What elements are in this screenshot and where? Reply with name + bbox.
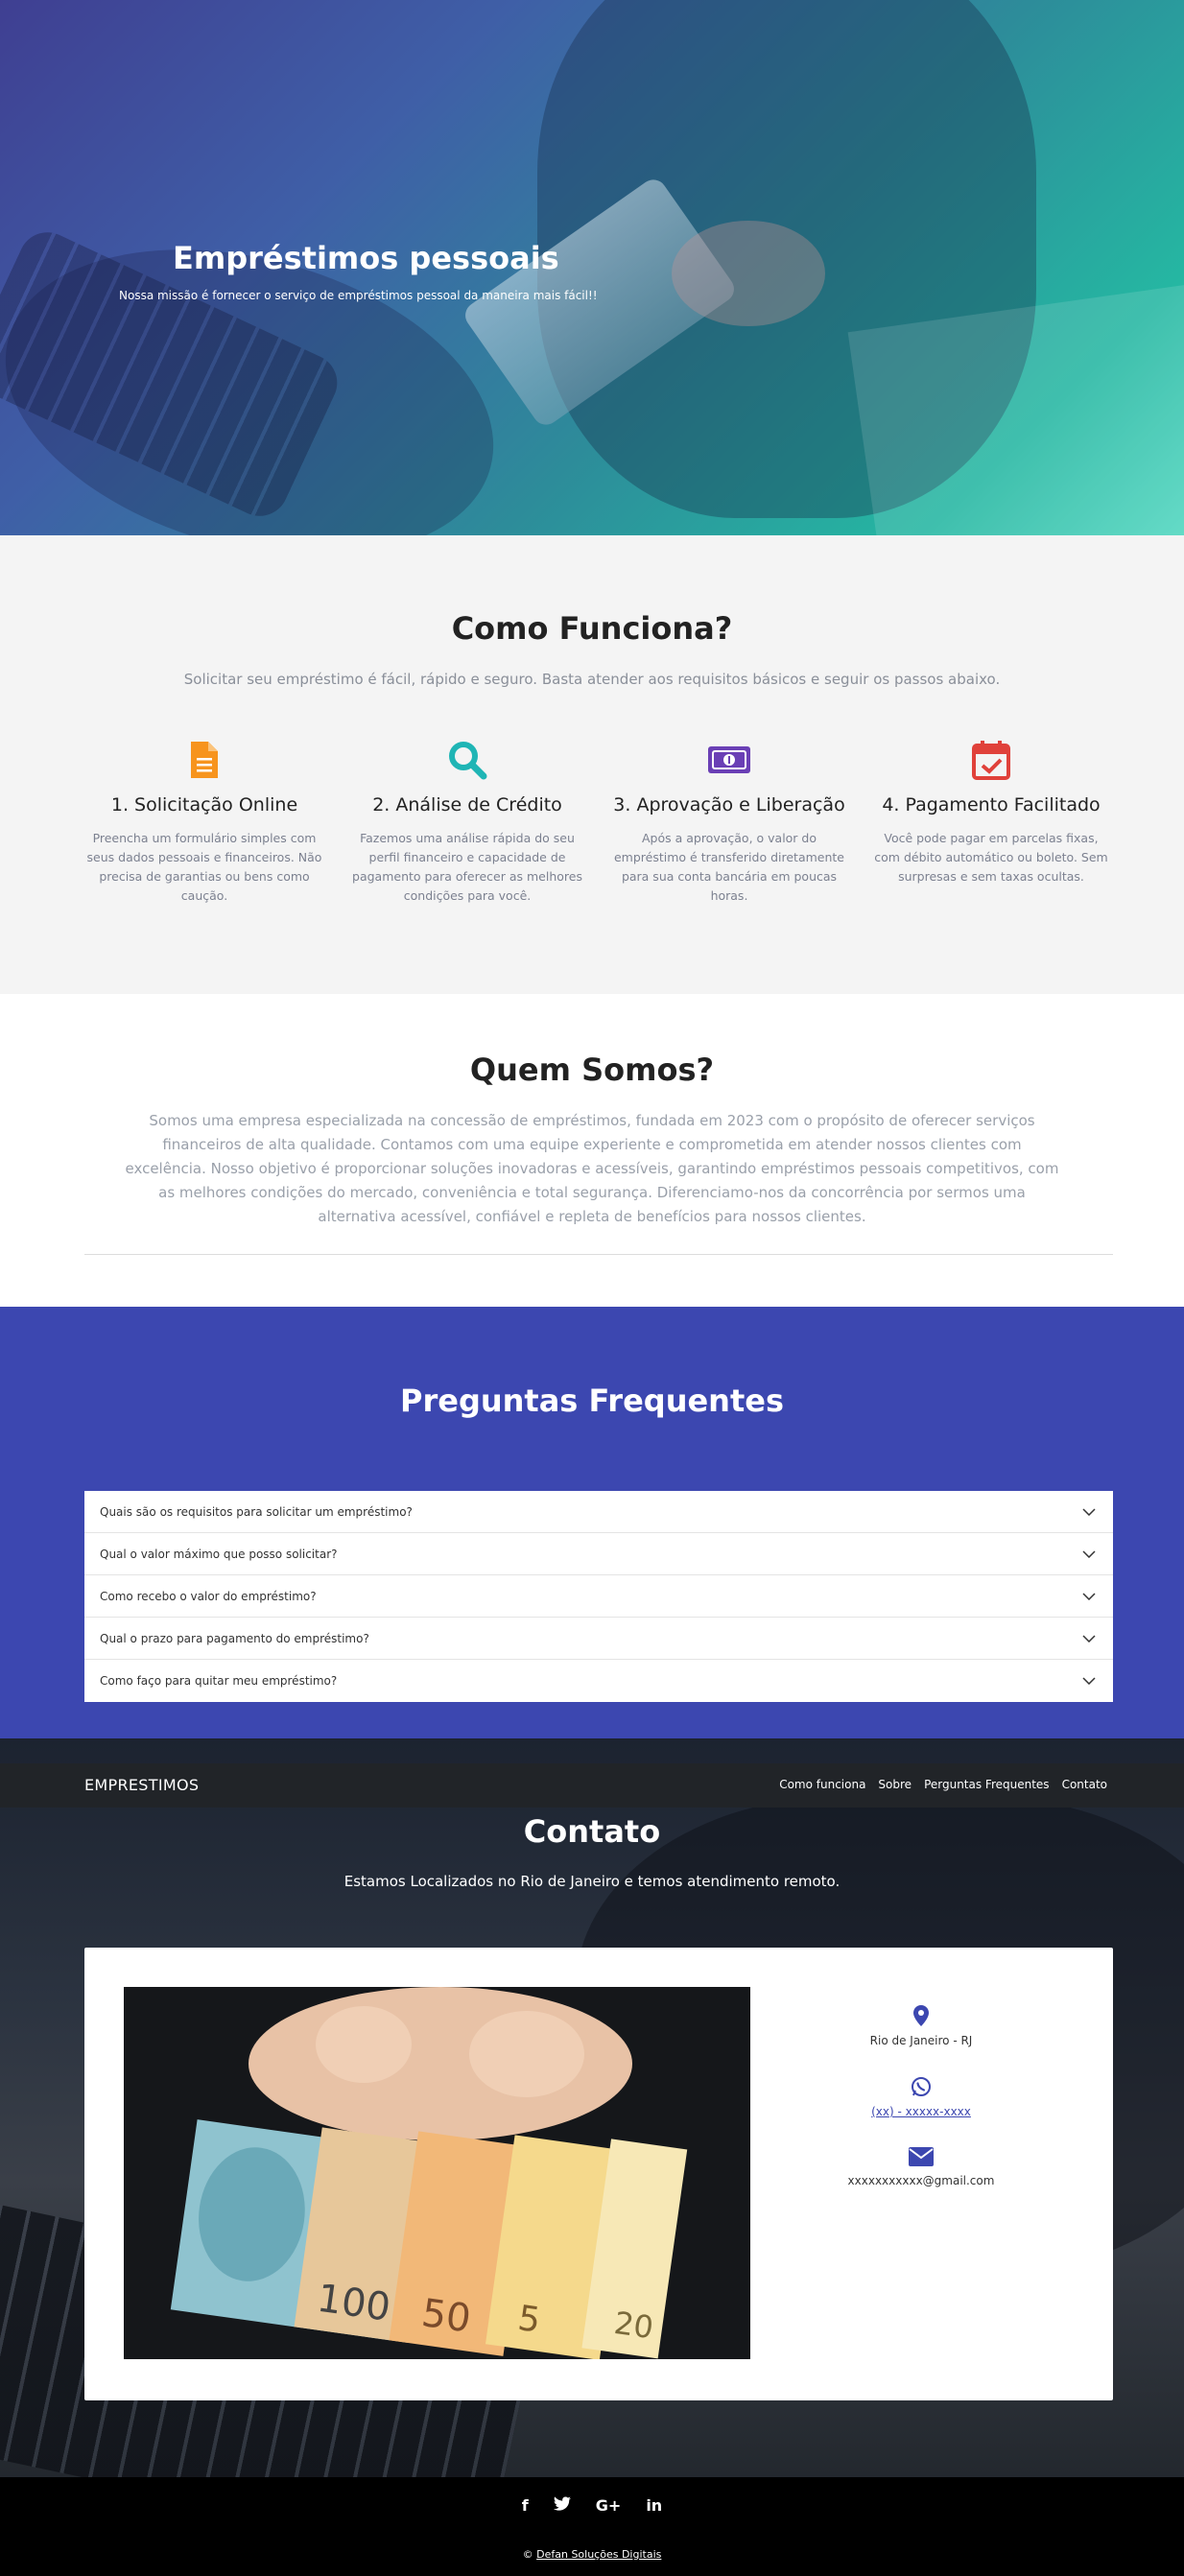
faq-item[interactable]: Qual o valor máximo que posso solicitar? [84, 1533, 1113, 1575]
twitter-icon[interactable] [553, 2496, 571, 2515]
about-title: Quem Somos? [469, 1052, 715, 1088]
nav-link-faq[interactable]: Perguntas Frequentes [924, 1778, 1050, 1791]
phone-link[interactable]: (xx) - xxxxx-xxxx [871, 2105, 971, 2118]
svg-text:50: 50 [419, 2291, 474, 2342]
linkedin-icon[interactable]: in [646, 2496, 662, 2515]
faq-question: Qual o valor máximo que posso solicitar? [100, 1547, 338, 1561]
money-bill-icon [604, 739, 854, 781]
contact-title: Contato [523, 1813, 661, 1850]
chevron-down-icon [1082, 1549, 1096, 1558]
faq-title: Preguntas Frequentes [400, 1383, 784, 1419]
nav-link-como-funciona[interactable]: Como funciona [779, 1778, 865, 1791]
social-links: f G+ in [0, 2496, 1184, 2515]
email-text: xxxxxxxxxxx@gmail.com [847, 2174, 995, 2187]
email-info: xxxxxxxxxxx@gmail.com [825, 2147, 1017, 2187]
faq-item[interactable]: Qual o prazo para pagamento do empréstim… [84, 1618, 1113, 1660]
faq-question: Qual o prazo para pagamento do empréstim… [100, 1631, 369, 1645]
step-card: 2. Análise de Crédito Fazemos uma anális… [343, 739, 592, 906]
faq-question: Como recebo o valor do empréstimo? [100, 1589, 317, 1603]
section-divider [84, 1254, 1113, 1255]
faq-item[interactable]: Como faço para quitar meu empréstimo? [84, 1660, 1113, 1702]
step-title: 1. Solicitação Online [110, 794, 298, 815]
document-icon [80, 739, 329, 781]
step-text: Após a aprovação, o valor do empréstimo … [613, 831, 844, 903]
envelope-icon [909, 2147, 934, 2166]
money-hands-photo: 100 50 5 20 [124, 1987, 750, 2359]
chevron-down-icon [1082, 1592, 1096, 1600]
svg-text:20: 20 [612, 2304, 656, 2346]
chevron-down-icon [1082, 1507, 1096, 1516]
step-text: Preencha um formulário simples com seus … [86, 831, 322, 903]
footer [0, 2477, 1184, 2576]
phone-info: (xx) - xxxxx-xxxx [825, 2076, 1017, 2118]
hero-subtitle: Nossa missão é fornecer o serviço de emp… [119, 289, 598, 302]
chevron-down-icon [1082, 1677, 1096, 1685]
faq-item[interactable]: Quais são os requisitos para solicitar u… [84, 1491, 1113, 1533]
nav-link-sobre[interactable]: Sobre [878, 1778, 912, 1791]
faq-accordion: Quais são os requisitos para solicitar u… [84, 1491, 1113, 1702]
about-text: Somos uma empresa especializada na conce… [125, 1112, 1059, 1225]
how-it-works-title: Como Funciona? [451, 610, 733, 647]
step-text: Você pode pagar em parcelas fixas, com d… [874, 831, 1108, 884]
faq-question: Como faço para quitar meu empréstimo? [100, 1674, 338, 1688]
calendar-check-icon [866, 739, 1116, 781]
google-plus-icon[interactable]: G+ [596, 2496, 622, 2515]
step-text: Fazemos uma análise rápida do seu perfil… [352, 831, 582, 903]
hero-title: Empréstimos pessoais [173, 240, 559, 276]
step-card: 1. Solicitação Online Preencha um formul… [80, 739, 329, 906]
navbar-links: Como funciona Sobre Perguntas Frequentes… [779, 1778, 1107, 1791]
search-icon [343, 739, 592, 781]
nav-link-contato[interactable]: Contato [1062, 1778, 1107, 1791]
chevron-down-icon [1082, 1634, 1096, 1642]
navbar-brand[interactable]: EMPRESTIMOS [84, 1776, 199, 1794]
copyright-link[interactable]: Defan Soluções Digitais [536, 2548, 661, 2561]
step-title: 4. Pagamento Facilitado [882, 794, 1101, 815]
how-it-works-subtitle: Solicitar seu empréstimo é fácil, rápido… [183, 671, 1001, 688]
facebook-icon[interactable]: f [522, 2496, 529, 2515]
step-card: 4. Pagamento Facilitado Você pode pagar … [866, 739, 1116, 886]
map-marker-icon [913, 2005, 929, 2026]
faq-item[interactable]: Como recebo o valor do empréstimo? [84, 1575, 1113, 1618]
step-title: 2. Análise de Crédito [372, 794, 562, 815]
step-title: 3. Aprovação e Liberação [613, 794, 845, 815]
whatsapp-icon [912, 2077, 931, 2096]
location-text: Rio de Janeiro - RJ [869, 2034, 973, 2047]
copyright: © Defan Soluções Digitais [0, 2548, 1184, 2561]
copyright-symbol: © [522, 2548, 533, 2561]
hand-image [672, 221, 825, 326]
contact-subtitle: Estamos Localizados no Rio de Janeiro e … [343, 1873, 841, 1890]
step-card: 3. Aprovação e Liberação Após a aprovaçã… [604, 739, 854, 906]
faq-question: Quais são os requisitos para solicitar u… [100, 1504, 413, 1519]
location-info: Rio de Janeiro - RJ [825, 2005, 1017, 2047]
